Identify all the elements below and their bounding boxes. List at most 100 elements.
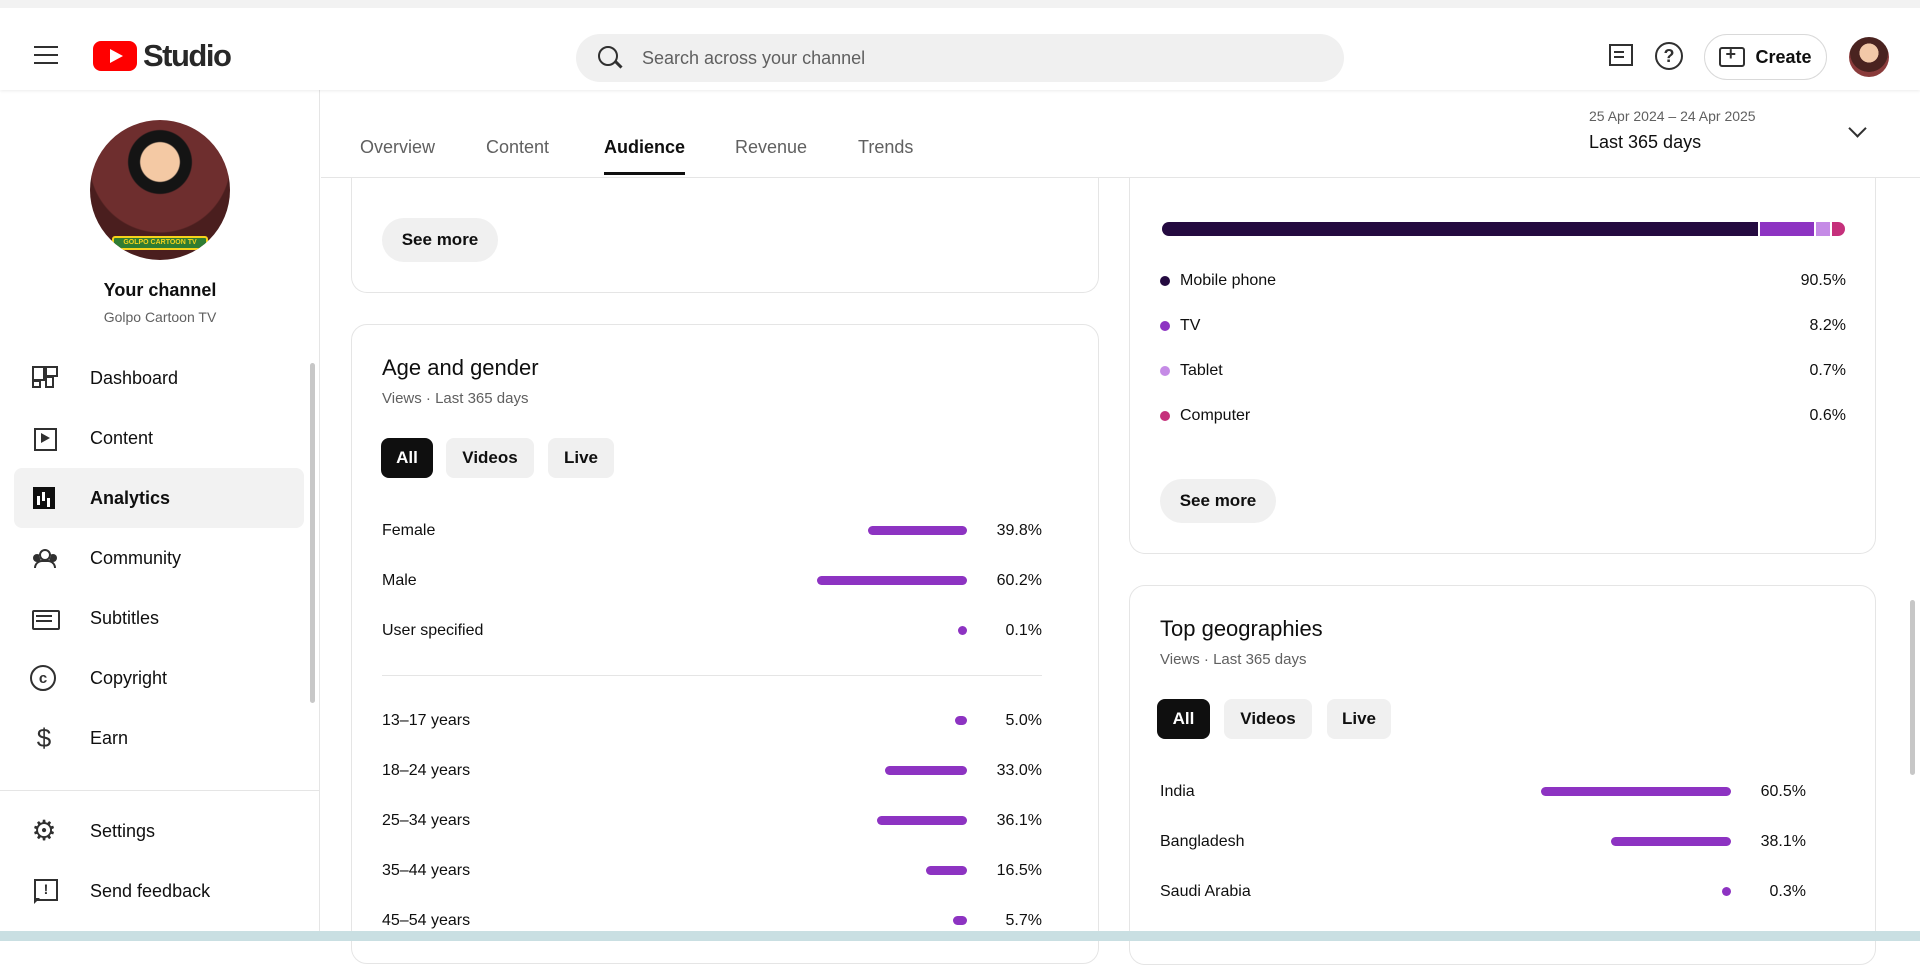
row-label: Male	[382, 572, 417, 589]
scrollbar-thumb[interactable]	[310, 363, 315, 703]
row-bar	[958, 626, 967, 635]
comment-feedback-icon[interactable]	[1606, 42, 1636, 72]
tab-audience[interactable]: Audience	[604, 137, 686, 175]
page-scrollbar[interactable]	[1910, 600, 1915, 775]
legend-dot	[1160, 321, 1170, 331]
tab-content[interactable]: Content	[486, 137, 549, 172]
legend-dot	[1160, 276, 1170, 286]
search-input[interactable]	[642, 47, 1292, 69]
chip-all[interactable]: All	[381, 438, 433, 478]
row-label: Bangladesh	[1160, 833, 1245, 850]
date-range-picker[interactable]: 25 Apr 2024 – 24 Apr 2025 Last 365 days	[1589, 108, 1756, 153]
row-percent: 5.7%	[1005, 912, 1042, 929]
see-more-button[interactable]: See more	[382, 218, 498, 262]
legend-label: Tablet	[1180, 362, 1223, 379]
date-range-dates: 25 Apr 2024 – 24 Apr 2025	[1589, 108, 1756, 124]
community-icon	[30, 544, 58, 572]
row-label: 25–34 years	[382, 812, 471, 829]
row-bar	[952, 916, 967, 925]
legend-dot	[1160, 366, 1170, 376]
feedback-icon	[30, 877, 58, 905]
tab-trends[interactable]: Trends	[858, 137, 913, 172]
sidebar-item-dashboard[interactable]: Dashboard	[14, 348, 304, 408]
stack-segment-tablet	[1816, 222, 1830, 236]
age-row: 35–44 years 16.5%	[382, 859, 1042, 883]
account-avatar[interactable]	[1849, 37, 1889, 77]
chip-videos[interactable]: Videos	[446, 438, 534, 478]
device-type-card: See more	[1129, 130, 1876, 554]
search-icon[interactable]	[596, 44, 624, 72]
sidebar-item-analytics[interactable]: Analytics	[14, 468, 304, 528]
legend-percent: 0.7%	[1809, 362, 1846, 379]
legend-percent: 0.6%	[1809, 407, 1846, 424]
row-label: 18–24 years	[382, 762, 471, 779]
row-label: 45–54 years	[382, 912, 471, 929]
sidebar-item-content[interactable]: Content	[14, 408, 304, 468]
sidebar-divider	[0, 790, 320, 791]
create-button[interactable]: Create	[1704, 34, 1827, 80]
chip-live[interactable]: Live	[548, 438, 614, 478]
card-title: Top geographies	[1160, 616, 1323, 641]
analytics-tabs-bar: Overview Content Audience Revenue Trends…	[321, 90, 1920, 178]
row-bar	[925, 866, 967, 875]
row-percent: 16.5%	[996, 862, 1042, 879]
menu-icon[interactable]	[30, 38, 64, 72]
row-percent: 60.2%	[996, 572, 1042, 589]
geo-row: Saudi Arabia 0.3%	[1160, 880, 1806, 904]
legend-label: TV	[1180, 317, 1201, 334]
sidebar-scrollbar[interactable]	[310, 353, 316, 788]
taskbar	[0, 931, 1920, 941]
sidebar-item-label: Copyright	[90, 667, 168, 688]
youtube-studio-logo[interactable]: Studio	[93, 38, 232, 74]
row-label: 35–44 years	[382, 862, 471, 879]
device-legend-row: TV 8.2%	[1160, 314, 1846, 338]
gender-row: User specified 0.1%	[382, 619, 1042, 643]
sidebar-item-label: Send feedback	[90, 880, 211, 901]
sidebar-item-subtitles[interactable]: Subtitles	[14, 588, 304, 648]
subtitles-icon	[30, 604, 60, 632]
chip-videos[interactable]: Videos	[1224, 699, 1312, 739]
legend-dot	[1160, 411, 1170, 421]
sidebar: GOLPO CARTOON TV Your channel Golpo Cart…	[0, 90, 320, 941]
row-label: India	[1160, 783, 1195, 800]
row-bar	[1722, 887, 1731, 896]
sidebar-item-settings[interactable]: ⚙ Settings	[14, 801, 304, 861]
search-bar[interactable]	[576, 34, 1344, 82]
card-title: Age and gender	[382, 355, 539, 380]
legend-label: Mobile phone	[1180, 272, 1277, 289]
row-percent: 60.5%	[1760, 783, 1806, 800]
tab-overview[interactable]: Overview	[360, 137, 435, 172]
row-label: 13–17 years	[382, 712, 471, 729]
geo-row: Bangladesh 38.1%	[1160, 830, 1806, 854]
age-row: 18–24 years 33.0%	[382, 759, 1042, 783]
age-row: 25–34 years 36.1%	[382, 809, 1042, 833]
channel-avatar[interactable]: GOLPO CARTOON TV	[90, 120, 230, 260]
legend-percent: 90.5%	[1800, 272, 1846, 289]
see-more-button[interactable]: See more	[1160, 479, 1276, 523]
help-icon[interactable]: ?	[1655, 42, 1683, 70]
sidebar-item-copyright[interactable]: c Copyright	[14, 648, 304, 708]
chevron-down-icon[interactable]	[1848, 119, 1867, 138]
stack-segment-computer	[1831, 222, 1845, 236]
tab-revenue[interactable]: Revenue	[735, 137, 807, 172]
analytics-icon	[33, 487, 55, 509]
row-bar	[954, 716, 967, 725]
content-icon	[30, 424, 58, 452]
row-bar	[1611, 837, 1731, 846]
date-range-label: Last 365 days	[1589, 132, 1702, 152]
sidebar-item-community[interactable]: Community	[14, 528, 304, 588]
channel-title: Your channel	[103, 280, 217, 300]
chip-live[interactable]: Live	[1327, 699, 1391, 739]
stack-segment-tv	[1760, 222, 1814, 236]
row-label: Saudi Arabia	[1160, 883, 1251, 900]
sidebar-item-earn[interactable]: $ Earn	[14, 708, 304, 768]
sidebar-item-label: Content	[90, 427, 154, 448]
logo-text: Studio	[143, 38, 232, 73]
age-gender-card: Age and gender Views · Last 365 days All…	[351, 324, 1099, 964]
create-label: Create	[1755, 46, 1812, 67]
row-bar	[1541, 787, 1731, 796]
sidebar-item-label: Earn	[90, 727, 129, 748]
sidebar-bottom-nav: ⚙ Settings Send feedback	[14, 801, 304, 921]
chip-all[interactable]: All	[1157, 699, 1210, 739]
sidebar-item-send-feedback[interactable]: Send feedback	[14, 861, 304, 921]
